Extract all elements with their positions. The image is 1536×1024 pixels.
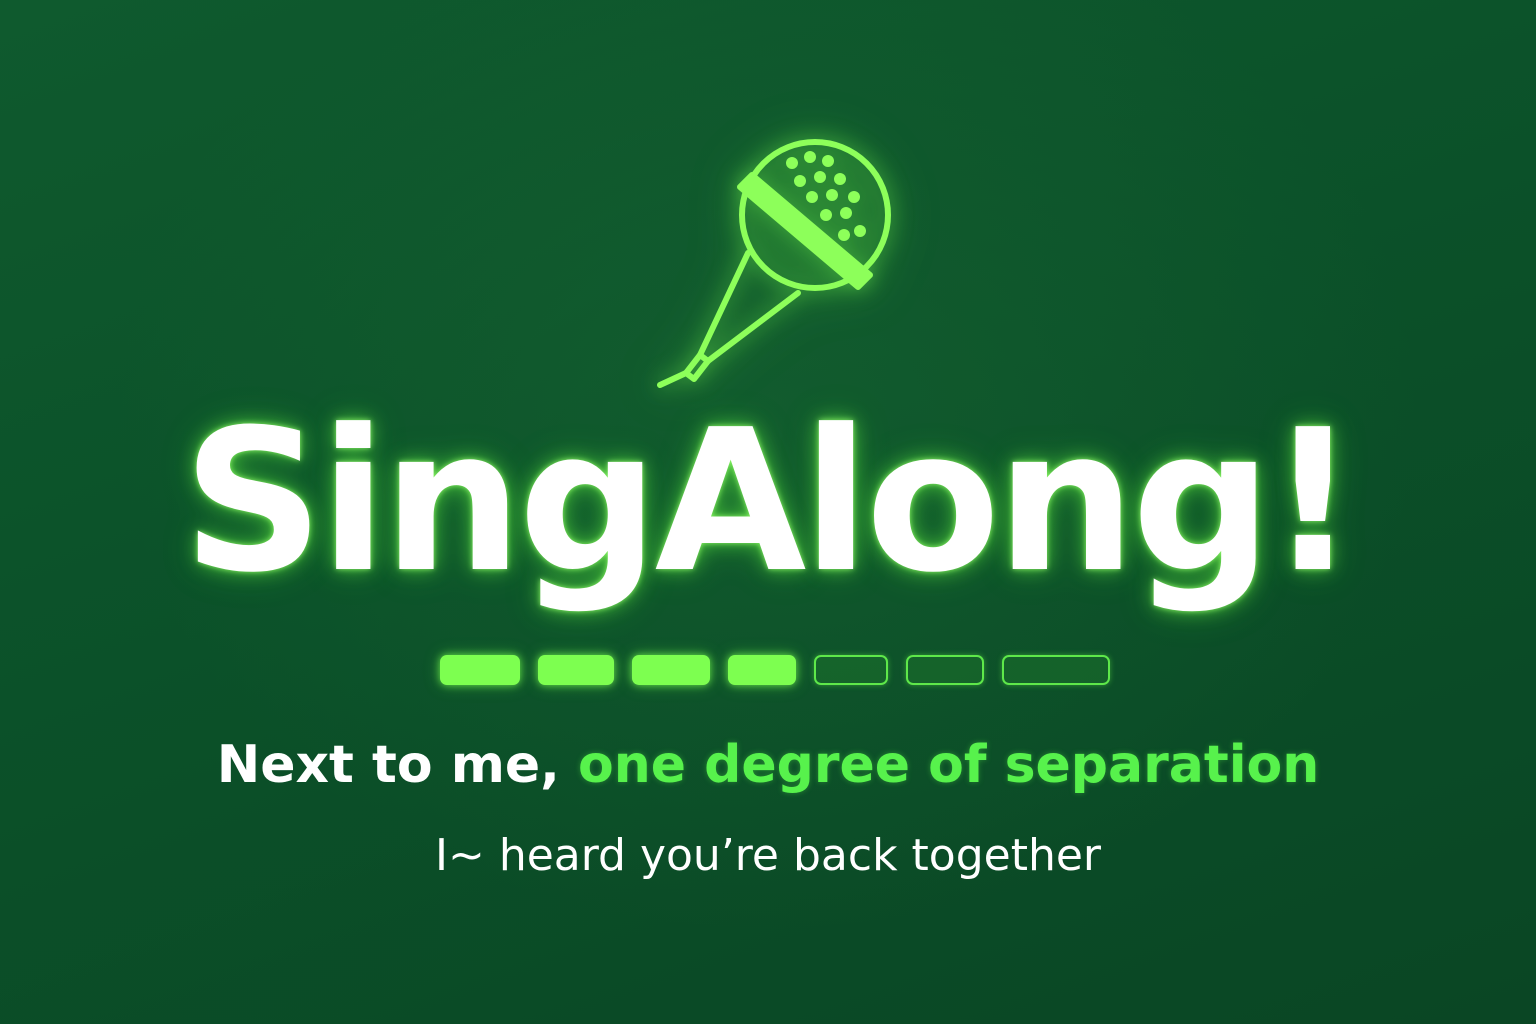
progress-segment — [538, 655, 614, 685]
progress-segment — [1002, 655, 1110, 685]
app-title: SingAlong! — [182, 388, 1358, 616]
next-lyric-line: I~ heard you’re back together — [434, 830, 1101, 881]
current-lyric-line: Next to me, one degree of separation — [0, 730, 1536, 800]
progress-segment — [440, 655, 520, 685]
progress-segment — [632, 655, 710, 685]
progress-segment — [728, 655, 796, 685]
microphone-icon — [657, 139, 891, 388]
song-progress-bar — [440, 655, 1110, 687]
karaoke-screen: SingAlong! Next to me, one degree of sep… — [0, 0, 1536, 1024]
upcoming-lyric-text: one degree of separation — [578, 735, 1320, 795]
sung-lyric-text: Next to me, — [216, 735, 560, 795]
progress-segment — [906, 655, 984, 685]
progress-segment — [814, 655, 888, 685]
